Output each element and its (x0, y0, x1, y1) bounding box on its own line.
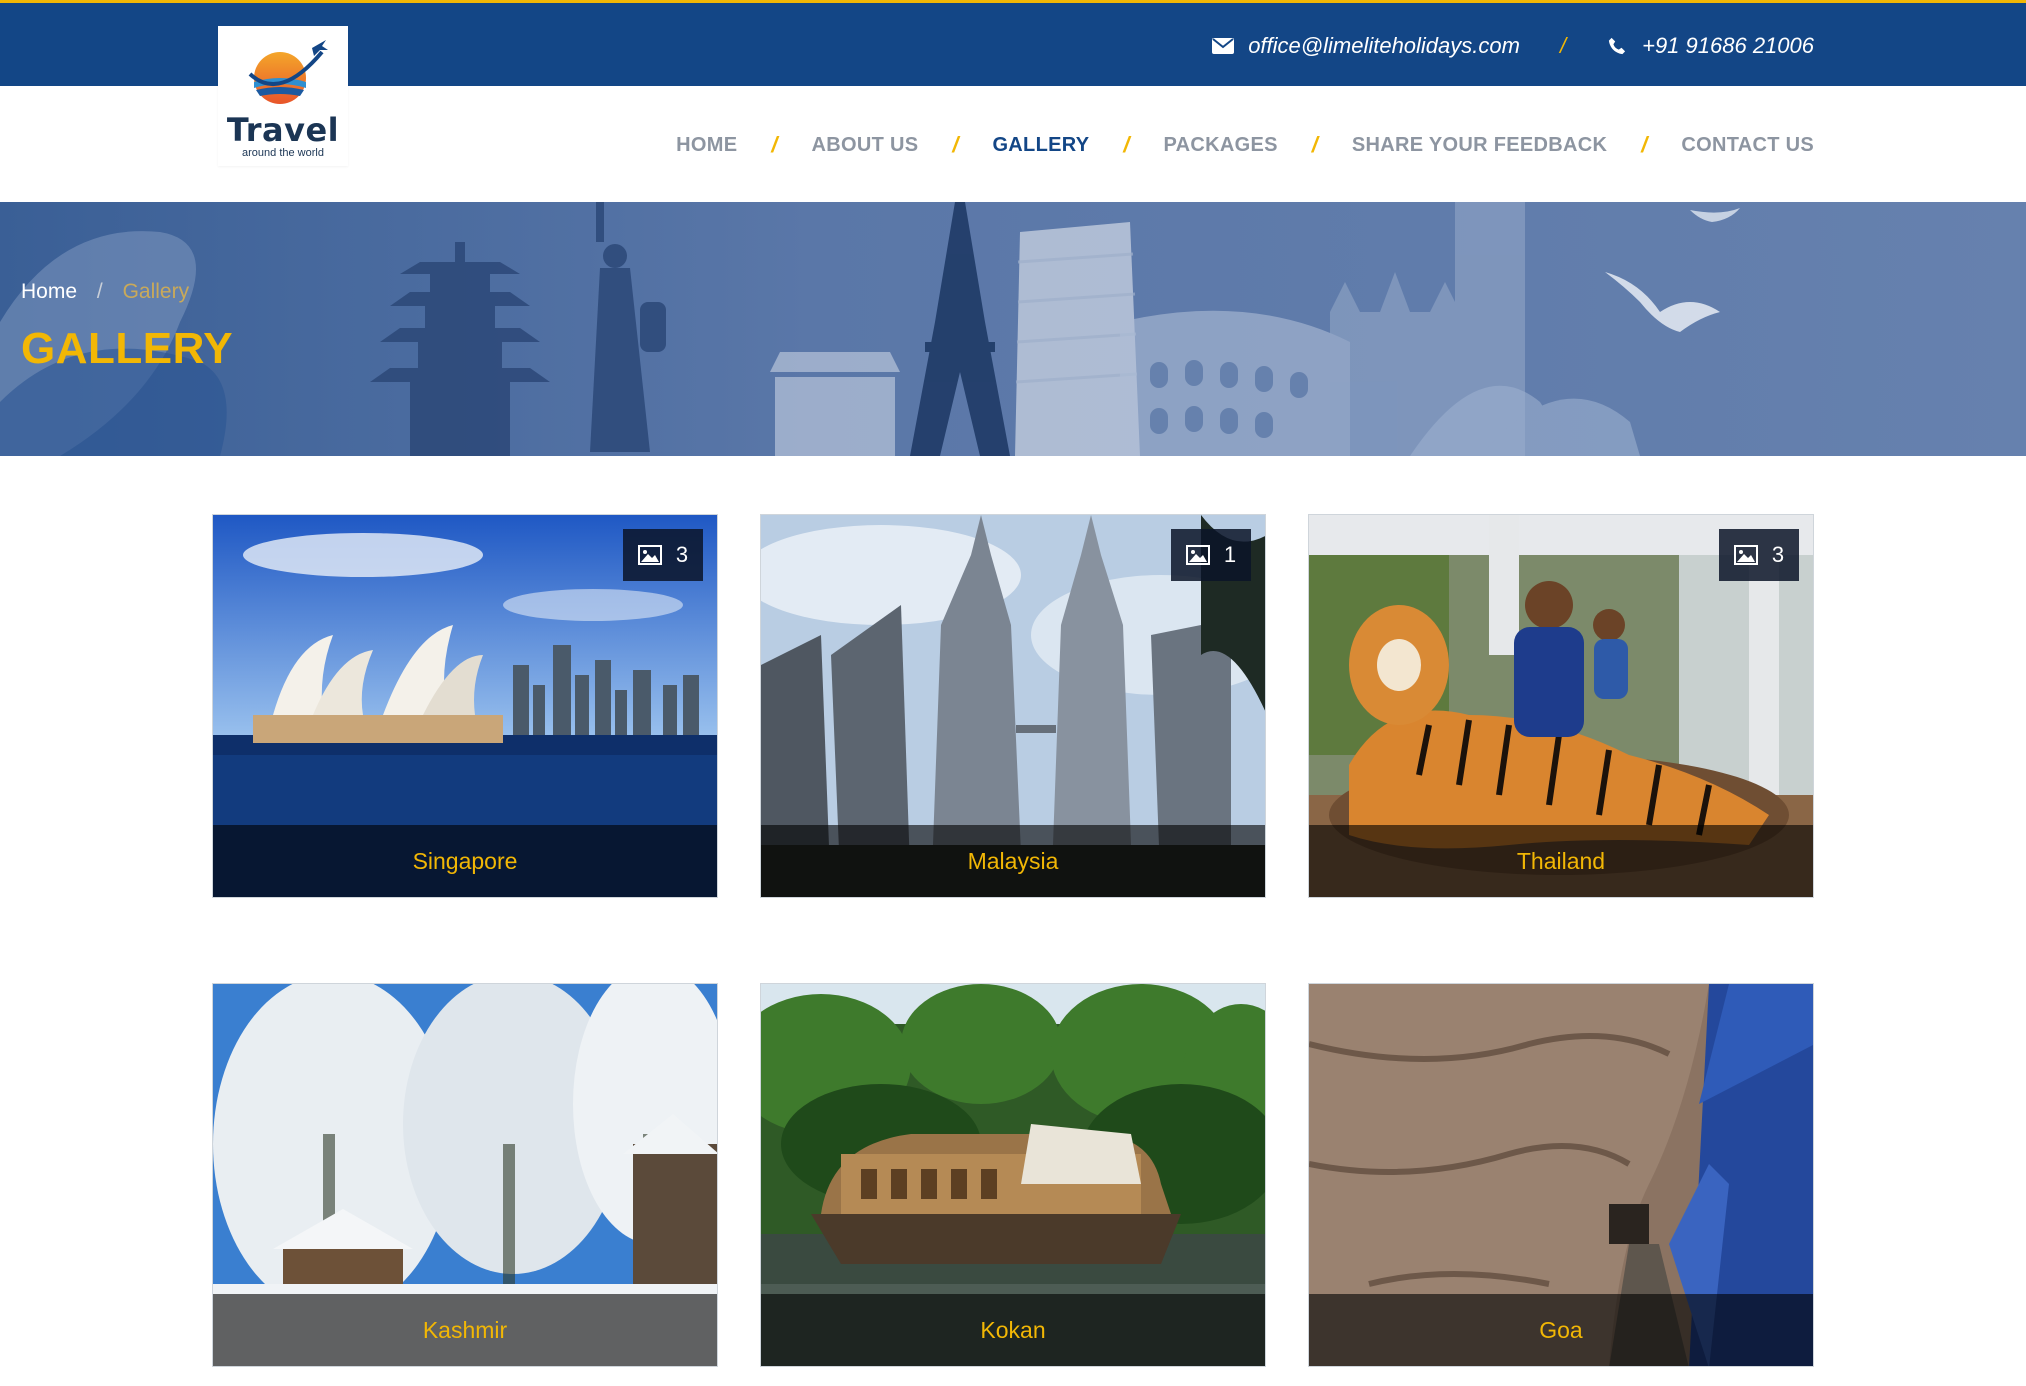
page-title: GALLERY (21, 324, 234, 373)
breadcrumb-home[interactable]: Home (21, 280, 77, 303)
nav-share-feedback[interactable]: SHARE YOUR FEEDBACK (1352, 134, 1607, 157)
logo-globe-plane-icon (248, 40, 328, 104)
image-icon (1185, 545, 1210, 565)
gallery-card-thailand[interactable]: 3 Thailand (1308, 514, 1814, 898)
gallery-caption: Kokan (761, 1294, 1265, 1366)
contact-separator: / (1559, 33, 1567, 58)
nav-separator: / (952, 132, 959, 157)
logo-title: Travel (226, 111, 340, 149)
logo-rule-left (182, 84, 218, 86)
gallery-caption: Thailand (1309, 825, 1813, 897)
breadcrumb-current: Gallery (122, 280, 190, 303)
nav-gallery[interactable]: GALLERY (992, 134, 1089, 157)
breadcrumb: Home / Gallery (21, 280, 189, 304)
nav-separator: / (771, 132, 778, 157)
gallery-caption: Kashmir (213, 1294, 717, 1366)
photo-count-badge: 3 (1719, 529, 1799, 581)
gallery-caption: Singapore (213, 825, 717, 897)
nav-contact-us[interactable]: CONTACT US (1681, 134, 1814, 157)
gallery-caption: Goa (1309, 1294, 1813, 1366)
envelope-icon (1212, 38, 1235, 54)
nav-separator: / (1123, 132, 1130, 157)
gallery-card-kokan[interactable]: Kokan (760, 983, 1266, 1367)
gallery-card-malaysia[interactable]: 1 Malaysia (760, 514, 1266, 898)
image-icon (637, 545, 662, 565)
nav-packages[interactable]: PACKAGES (1164, 134, 1278, 157)
photo-count: 3 (1771, 542, 1785, 567)
gallery-caption: Malaysia (761, 825, 1265, 897)
breadcrumb-separator: / (96, 280, 103, 303)
gallery-card-kashmir[interactable]: Kashmir (212, 983, 718, 1367)
nav-separator: / (1641, 132, 1648, 157)
gallery-card-singapore[interactable]: 3 Singapore (212, 514, 718, 898)
photo-count-badge: 3 (623, 529, 703, 581)
landmarks-banner-image (0, 202, 1740, 456)
image-icon (1733, 545, 1758, 565)
phone-link[interactable]: +91 91686 21006 (1642, 33, 1814, 59)
logo-rule-right (348, 84, 412, 86)
nav-separator: / (1311, 132, 1318, 157)
contact-info: office@limeliteholidays.com / +91 91686 … (1212, 33, 1814, 59)
nav-home[interactable]: HOME (676, 134, 737, 157)
nav-about-us[interactable]: ABOUT US (811, 134, 918, 157)
main-nav: HOME / ABOUT US / GALLERY / PACKAGES / S… (676, 132, 1814, 158)
site-logo[interactable]: Travel around the world (218, 26, 348, 166)
page-banner (0, 202, 2026, 456)
email-link[interactable]: office@limeliteholidays.com (1248, 33, 1520, 59)
photo-count: 1 (1223, 542, 1237, 567)
gallery-card-goa[interactable]: Goa (1308, 983, 1814, 1367)
phone-icon (1608, 37, 1626, 55)
photo-count: 3 (675, 542, 689, 567)
photo-count-badge: 1 (1171, 529, 1251, 581)
